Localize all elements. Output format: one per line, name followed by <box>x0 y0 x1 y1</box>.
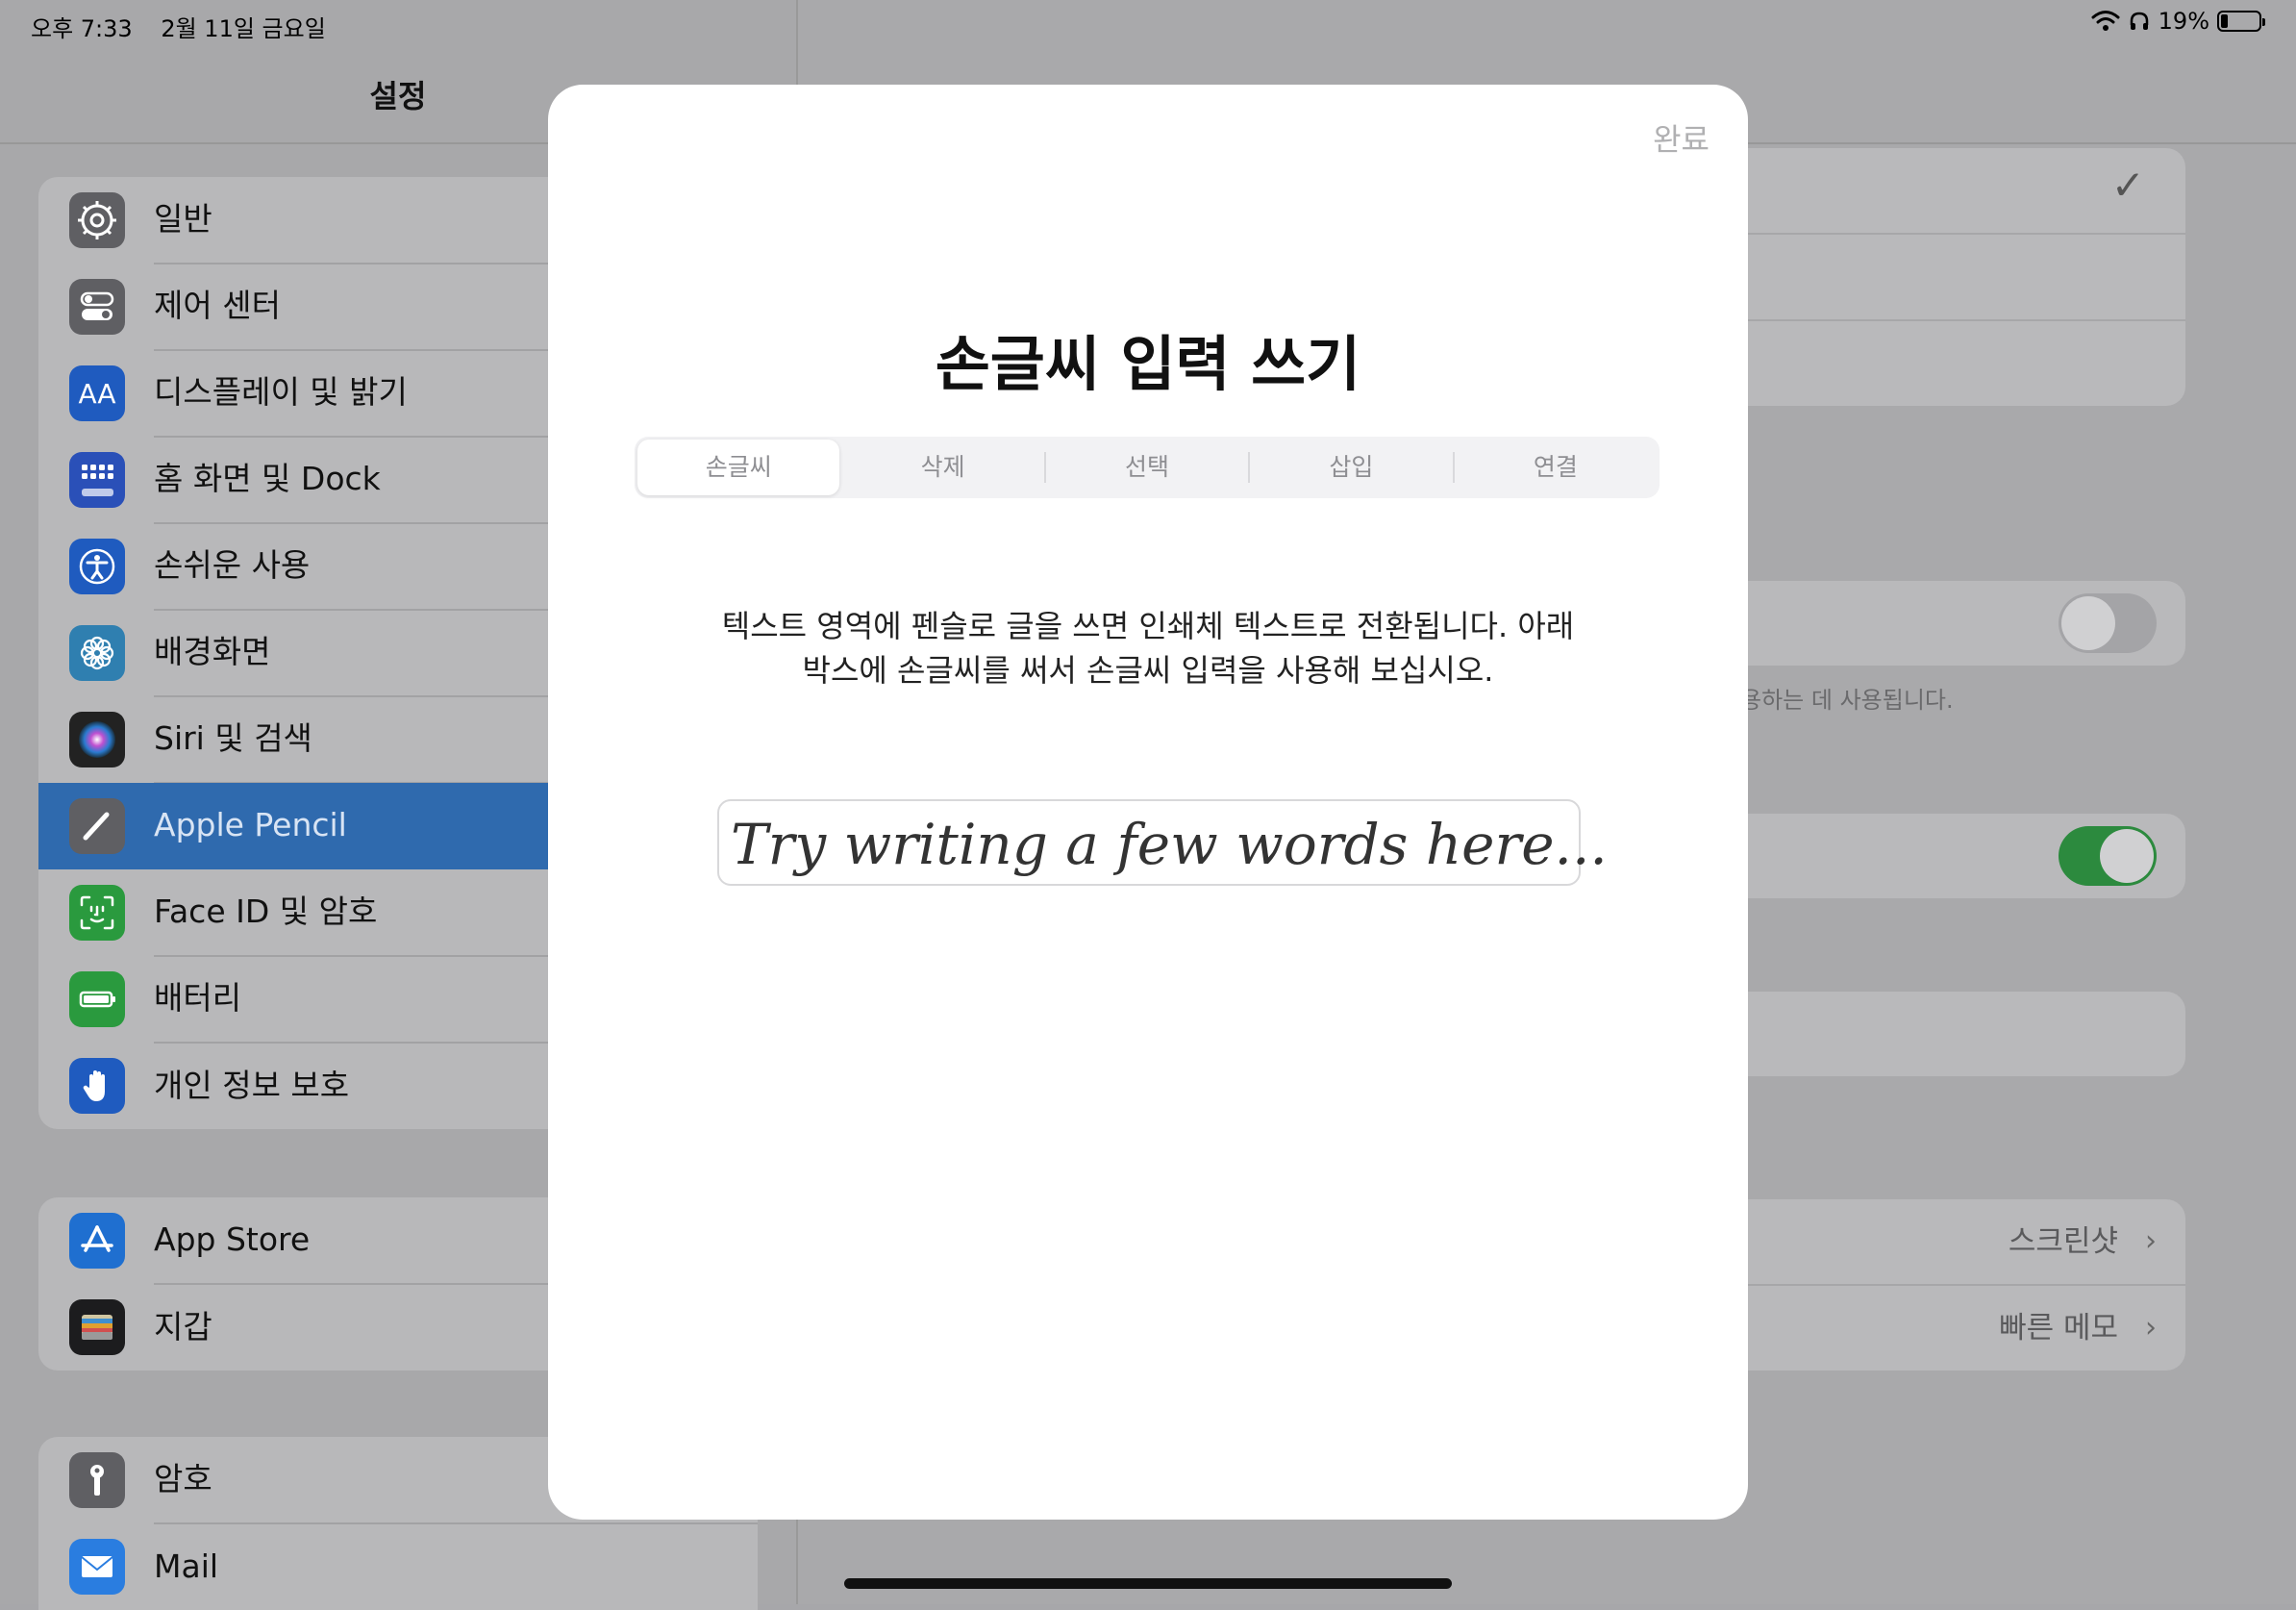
status-bar-left: 오후 7:33 2월 11일 금요일 <box>31 10 347 43</box>
chevron-right-icon: › <box>2145 1311 2157 1345</box>
face-id-icon <box>69 885 125 941</box>
hand-icon <box>69 1058 125 1114</box>
tab-insert[interactable]: 삽입 <box>1250 440 1452 495</box>
sidebar-item-label: Mail <box>154 1547 219 1585</box>
footnote-text: 용하는 데 사용됩니다. <box>1740 687 1954 714</box>
quick-note-value: 빠른 메모 <box>1999 1311 2118 1346</box>
screenshot-value: 스크린샷 <box>2008 1224 2118 1259</box>
flower-icon <box>69 625 125 681</box>
status-date: 2월 11일 금요일 <box>161 15 326 42</box>
app-store-icon <box>69 1213 125 1269</box>
tab-delete[interactable]: 삭제 <box>841 440 1043 495</box>
key-icon <box>69 1452 125 1508</box>
mail-icon <box>69 1539 125 1595</box>
gear-icon <box>69 192 125 248</box>
modal-description: 텍스트 영역에 펜슬로 글을 쓰면 인쇄체 텍스트로 전환됩니다. 아래 박스에… <box>548 604 1748 692</box>
handwriting-sample: Try writing a few words here... <box>731 812 1608 877</box>
tab-handwriting[interactable]: 손글씨 <box>637 440 840 495</box>
toggle-knob <box>2100 829 2154 883</box>
toggle-switch-on[interactable] <box>2059 826 2157 886</box>
tab-join[interactable]: 연결 <box>1455 440 1657 495</box>
tab-select[interactable]: 선택 <box>1046 440 1248 495</box>
sidebar-item-mail[interactable]: Mail <box>38 1523 758 1610</box>
switches-icon <box>69 279 125 335</box>
description-line: 텍스트 영역에 펜슬로 글을 쓰면 인쇄체 텍스트로 전환됩니다. 아래 <box>721 608 1575 644</box>
status-time: 오후 7:33 <box>31 15 133 42</box>
status-bar-right: 19% <box>2091 8 2265 35</box>
chevron-right-icon: › <box>2145 1224 2157 1258</box>
wifi-icon <box>2091 11 2120 31</box>
text-size-icon: AA <box>69 365 125 421</box>
battery-fill <box>2221 14 2228 28</box>
description-line: 박스에 손글씨를 써서 손글씨 입력을 사용해 보십시오. <box>802 652 1494 689</box>
done-button[interactable]: 완료 <box>1653 115 1710 160</box>
checkmark-icon: ✓ <box>2110 162 2145 209</box>
toggle-knob <box>2061 596 2115 650</box>
wallet-icon <box>69 1299 125 1355</box>
segmented-control: 손글씨 삭제 선택 삽입 연결 <box>635 437 1660 498</box>
headphones-icon <box>2130 12 2148 30</box>
battery-icon <box>69 971 125 1027</box>
app-grid-icon <box>69 452 125 508</box>
accessibility-icon <box>69 539 125 594</box>
pencil-icon <box>69 798 125 854</box>
battery-percent: 19% <box>2158 8 2209 35</box>
battery-status-icon <box>2217 11 2265 32</box>
siri-icon <box>69 712 125 767</box>
modal-title: 손글씨 입력 쓰기 <box>935 329 1361 399</box>
handwriting-modal: 완료 손글씨 입력 쓰기 손글씨 삭제 선택 삽입 연결 텍스트 영역에 펜슬로… <box>548 85 1748 1520</box>
handwriting-prompt: Try writing a few words here... <box>731 812 1608 877</box>
home-indicator[interactable] <box>844 1578 1452 1589</box>
toggle-switch-off[interactable] <box>2059 593 2157 653</box>
